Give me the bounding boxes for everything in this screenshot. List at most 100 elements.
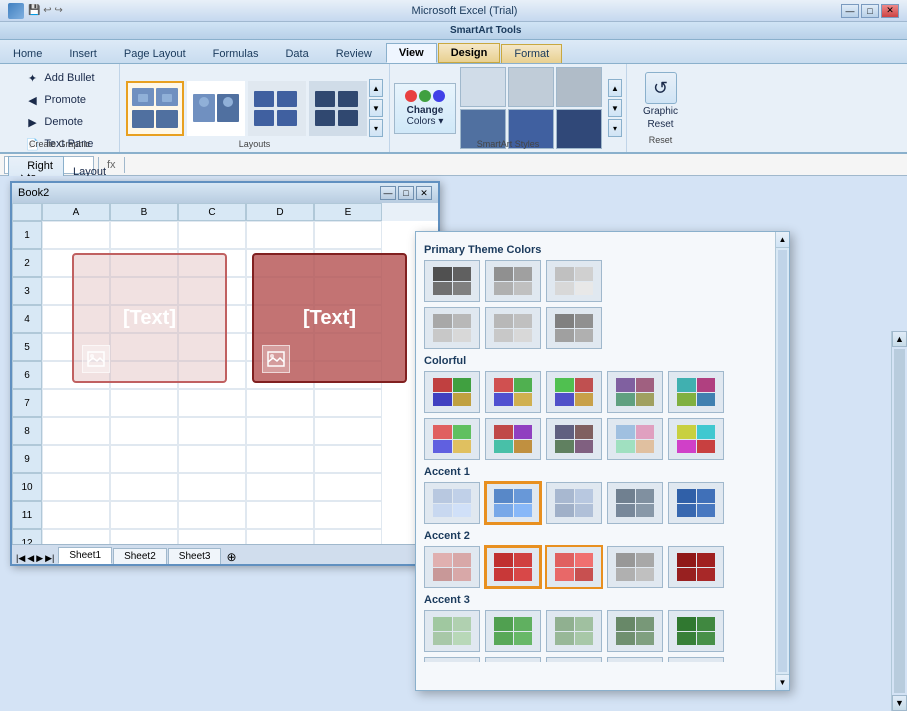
grid-cell[interactable] bbox=[110, 473, 178, 501]
accent3-swatch-1[interactable] bbox=[424, 610, 480, 652]
layout-thumb-1[interactable] bbox=[126, 81, 184, 136]
formula-input[interactable] bbox=[129, 156, 903, 174]
style-thumb-2[interactable] bbox=[508, 67, 554, 107]
accent3-swatch-5[interactable] bbox=[668, 610, 724, 652]
styles-scroll-down[interactable]: ▼ bbox=[608, 99, 622, 117]
tab-view[interactable]: View bbox=[386, 43, 437, 63]
colorful-swatch-9[interactable] bbox=[607, 418, 663, 460]
grid-cell[interactable] bbox=[178, 501, 246, 529]
accent3-swatch-4[interactable] bbox=[607, 610, 663, 652]
add-sheet-button[interactable]: ⊕ bbox=[226, 550, 236, 564]
grid-cell[interactable] bbox=[42, 529, 110, 544]
grid-cell[interactable] bbox=[314, 529, 382, 544]
accent3-swatch-2[interactable] bbox=[485, 610, 541, 652]
sheet-nav-last[interactable]: ▶| bbox=[45, 553, 54, 564]
workbook-restore[interactable]: □ bbox=[398, 186, 414, 200]
tab-design[interactable]: Design bbox=[438, 43, 501, 63]
grid-cell[interactable] bbox=[178, 529, 246, 544]
grid-cell[interactable] bbox=[314, 417, 382, 445]
layout-thumb-2[interactable] bbox=[187, 81, 245, 136]
grid-cell[interactable] bbox=[110, 445, 178, 473]
grid-cell[interactable] bbox=[42, 221, 110, 249]
colorful-swatch-6[interactable] bbox=[424, 418, 480, 460]
styles-scroll-up[interactable]: ▲ bbox=[608, 79, 622, 97]
close-button[interactable]: ✕ bbox=[881, 4, 899, 18]
change-colors-button[interactable]: Change Colors ▾ bbox=[394, 83, 456, 134]
col-header-d[interactable]: D bbox=[246, 203, 314, 221]
grid-cell[interactable] bbox=[314, 473, 382, 501]
reset-graphic-button[interactable]: ↺ Graphic Reset bbox=[635, 68, 686, 134]
primary-swatch-4[interactable] bbox=[424, 307, 480, 349]
style-thumb-3[interactable] bbox=[556, 67, 602, 107]
outer-scroll-up[interactable]: ▲ bbox=[892, 331, 907, 347]
accent1-swatch-5[interactable] bbox=[668, 482, 724, 524]
accent2-swatch-3[interactable] bbox=[546, 546, 602, 588]
outer-scroll-thumb[interactable] bbox=[894, 349, 905, 693]
grid-cell[interactable] bbox=[246, 529, 314, 544]
promote-button[interactable]: ◀ Promote bbox=[19, 90, 99, 110]
grid-cell[interactable] bbox=[314, 389, 382, 417]
primary-swatch-1[interactable] bbox=[424, 260, 480, 302]
accent2-swatch-1[interactable] bbox=[424, 546, 480, 588]
col-header-b[interactable]: B bbox=[110, 203, 178, 221]
grid-cell[interactable] bbox=[178, 389, 246, 417]
accent3-swatch-7[interactable] bbox=[485, 657, 541, 662]
styles-scroll-more[interactable]: ▾ bbox=[608, 119, 622, 137]
grid-cell[interactable] bbox=[110, 501, 178, 529]
accent3-swatch-6[interactable] bbox=[424, 657, 480, 662]
outer-scroll-down[interactable]: ▼ bbox=[892, 695, 907, 711]
demote-button[interactable]: ▶ Demote bbox=[19, 112, 99, 132]
tab-review[interactable]: Review bbox=[323, 44, 385, 63]
cp-scroll-down-btn[interactable]: ▼ bbox=[776, 674, 789, 690]
maximize-button[interactable]: □ bbox=[861, 4, 879, 18]
accent1-swatch-2[interactable] bbox=[485, 482, 541, 524]
accent2-swatch-2[interactable] bbox=[485, 546, 541, 588]
grid-cell[interactable] bbox=[246, 417, 314, 445]
grid-cell[interactable] bbox=[110, 417, 178, 445]
colorful-swatch-5[interactable] bbox=[668, 371, 724, 413]
colorful-swatch-1[interactable] bbox=[424, 371, 480, 413]
layout-scroll-up[interactable]: ▲ bbox=[369, 79, 383, 97]
smartart-diagram[interactable]: [Text] [Text] bbox=[62, 253, 422, 393]
workbook-minimize[interactable]: — bbox=[380, 186, 396, 200]
tab-format[interactable]: Format bbox=[501, 44, 562, 63]
grid-cell[interactable] bbox=[42, 445, 110, 473]
accent2-swatch-5[interactable] bbox=[668, 546, 724, 588]
tab-insert[interactable]: Insert bbox=[56, 44, 110, 63]
col-header-e[interactable]: E bbox=[314, 203, 382, 221]
layout-scroll-more[interactable]: ▾ bbox=[369, 119, 383, 137]
workbook-close[interactable]: ✕ bbox=[416, 186, 432, 200]
colorful-swatch-10[interactable] bbox=[668, 418, 724, 460]
grid-cell[interactable] bbox=[42, 501, 110, 529]
layout-scroll-down[interactable]: ▼ bbox=[369, 99, 383, 117]
sheet-nav-next[interactable]: ▶ bbox=[36, 553, 43, 564]
accent1-swatch-4[interactable] bbox=[607, 482, 663, 524]
colorful-swatch-7[interactable] bbox=[485, 418, 541, 460]
col-header-c[interactable]: C bbox=[178, 203, 246, 221]
accent3-swatch-10[interactable] bbox=[668, 657, 724, 662]
grid-cell[interactable] bbox=[178, 221, 246, 249]
tab-home[interactable]: Home bbox=[0, 44, 55, 63]
grid-cell[interactable] bbox=[110, 529, 178, 544]
cp-scroll-up-btn[interactable]: ▲ bbox=[776, 232, 789, 248]
accent3-swatch-9[interactable] bbox=[607, 657, 663, 662]
smartart-box-right[interactable]: [Text] bbox=[252, 253, 407, 383]
colorful-swatch-3[interactable] bbox=[546, 371, 602, 413]
accent2-swatch-4[interactable] bbox=[607, 546, 663, 588]
style-thumb-1[interactable] bbox=[460, 67, 506, 107]
cp-scroll-thumb[interactable] bbox=[778, 250, 787, 672]
sheet-tab-1[interactable]: Sheet1 bbox=[58, 547, 112, 564]
grid-cell[interactable] bbox=[314, 501, 382, 529]
sheet-nav-first[interactable]: |◀ bbox=[16, 553, 25, 564]
colorful-swatch-8[interactable] bbox=[546, 418, 602, 460]
grid-cell[interactable] bbox=[178, 473, 246, 501]
grid-cell[interactable] bbox=[246, 501, 314, 529]
tab-data[interactable]: Data bbox=[272, 44, 321, 63]
smartart-box-left[interactable]: [Text] bbox=[72, 253, 227, 383]
grid-cell[interactable] bbox=[110, 389, 178, 417]
accent3-swatch-8[interactable] bbox=[546, 657, 602, 662]
grid-cell[interactable] bbox=[246, 473, 314, 501]
layout-thumb-4[interactable] bbox=[309, 81, 367, 136]
minimize-button[interactable]: — bbox=[841, 4, 859, 18]
sheet-tab-2[interactable]: Sheet2 bbox=[113, 548, 167, 564]
